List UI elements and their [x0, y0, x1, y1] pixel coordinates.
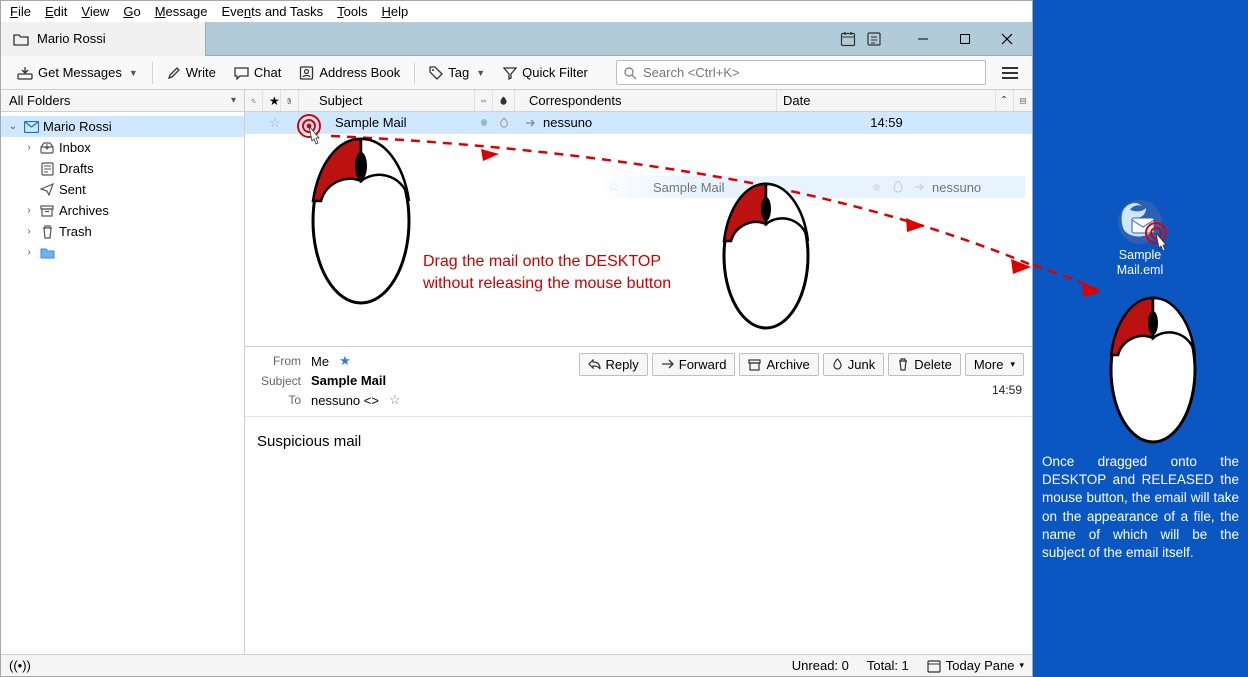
col-date[interactable]: Date	[777, 90, 996, 111]
menu-message[interactable]: Message	[148, 2, 215, 21]
close-button[interactable]	[986, 25, 1028, 53]
trash-icon	[39, 224, 55, 240]
inbox-icon	[39, 140, 55, 156]
calendar-icon[interactable]	[838, 29, 858, 49]
to-value: nessuno <>	[311, 393, 379, 408]
col-picker[interactable]	[1014, 90, 1032, 111]
folder-icon	[13, 32, 29, 46]
search-input[interactable]	[643, 65, 979, 80]
mail-icon	[23, 119, 39, 135]
get-messages-button[interactable]: Get Messages▼	[9, 61, 146, 84]
chat-icon	[234, 66, 249, 80]
archive-icon	[39, 203, 55, 219]
star-icon[interactable]: ★	[339, 353, 351, 369]
delete-button[interactable]: Delete	[888, 353, 961, 376]
drag-ghost: ☆ Sample Mail nessuno	[605, 176, 1025, 198]
menu-events[interactable]: Events and Tasks	[214, 2, 330, 21]
menu-go[interactable]: Go	[116, 2, 147, 21]
menu-help[interactable]: Help	[374, 2, 415, 21]
maximize-button[interactable]	[944, 25, 986, 53]
search-box[interactable]	[616, 60, 986, 85]
message-area: ★ Subject Correspondents Date ˆ ☆ Sample…	[245, 90, 1032, 654]
folder-pane: All Folders ▾ ⌄ Mario Rossi ›Inbox Draft…	[1, 90, 245, 654]
unread-count: Unread: 0	[792, 658, 849, 673]
col-sort[interactable]: ˆ	[996, 90, 1014, 111]
annotation-text: Drag the mail onto the DESKTOP without r…	[423, 251, 671, 294]
star-outline-icon[interactable]: ☆	[389, 392, 401, 408]
from-value: Me	[311, 354, 329, 369]
message-list-header: ★ Subject Correspondents Date ˆ	[245, 90, 1032, 112]
quickfilter-button[interactable]: Quick Filter	[495, 61, 596, 84]
folder-local[interactable]: ›	[1, 242, 244, 263]
reply-button[interactable]: Reply	[579, 353, 648, 376]
folder-archives[interactable]: ›Archives	[1, 200, 244, 221]
menu-edit[interactable]: Edit	[38, 2, 74, 21]
activity-icon[interactable]: ((•))	[9, 658, 31, 673]
menu-view[interactable]: View	[74, 2, 116, 21]
menu-tools[interactable]: Tools	[330, 2, 374, 21]
desktop-caption: Once dragged onto the DESKTOP and RELEAS…	[1042, 453, 1239, 562]
col-subject[interactable]: Subject	[299, 90, 475, 111]
address-book-button[interactable]: Address Book	[291, 61, 408, 84]
status-bar: ((•)) Unread: 0 Total: 1 Today Pane▾	[1, 654, 1032, 676]
tab-title: Mario Rossi	[37, 31, 106, 46]
subject-value: Sample Mail	[311, 373, 386, 388]
col-thread[interactable]	[245, 90, 263, 111]
titlebar: Mario Rossi	[1, 22, 1032, 56]
col-star[interactable]: ★	[263, 90, 281, 111]
archive-button[interactable]: Archive	[739, 353, 818, 376]
folder-drafts[interactable]: Drafts	[1, 158, 244, 179]
menu-file[interactable]: File	[3, 2, 38, 21]
desktop-area: Sample Mail.eml Once dragged onto the DE…	[1033, 0, 1248, 677]
message-list-body[interactable]: ☆ Sample Mail nessuno Drag the mail onto…	[245, 134, 1032, 346]
col-junk[interactable]	[493, 90, 515, 111]
col-attachment[interactable]	[281, 90, 299, 111]
chat-button[interactable]: Chat	[226, 61, 289, 84]
folder-icon	[39, 245, 55, 261]
col-read[interactable]	[475, 90, 493, 111]
col-correspondents[interactable]: Correspondents	[515, 90, 777, 111]
forward-button[interactable]: Forward	[652, 353, 736, 376]
thunderbird-window: File Edit View Go Message Events and Tas…	[0, 0, 1033, 677]
tag-icon	[429, 66, 443, 80]
search-icon	[623, 66, 637, 80]
pencil-icon	[167, 66, 181, 80]
tab-account[interactable]: Mario Rossi	[1, 22, 206, 56]
sent-icon	[39, 182, 55, 198]
account-row[interactable]: ⌄ Mario Rossi	[1, 116, 244, 137]
folder-sent[interactable]: Sent	[1, 179, 244, 200]
filter-icon	[503, 66, 517, 80]
message-row[interactable]: ☆ Sample Mail nessuno 14:59	[245, 112, 1032, 134]
total-count: Total: 1	[867, 658, 909, 673]
app-menu-button[interactable]	[996, 67, 1024, 79]
tasks-icon[interactable]	[864, 29, 884, 49]
today-pane-toggle[interactable]: Today Pane▾	[927, 658, 1024, 673]
message-preview: Reply Forward Archive Junk Delete More▾ …	[245, 346, 1032, 654]
tag-button[interactable]: Tag▼	[421, 61, 493, 84]
write-button[interactable]: Write	[159, 61, 224, 84]
junk-button[interactable]: Junk	[823, 353, 884, 376]
main-toolbar: Get Messages▼ Write Chat Address Book Ta…	[1, 56, 1032, 90]
download-icon	[17, 66, 33, 80]
drafts-icon	[39, 161, 55, 177]
folder-inbox[interactable]: ›Inbox	[1, 137, 244, 158]
desktop-file[interactable]: Sample Mail.eml	[1105, 248, 1175, 278]
folder-trash[interactable]: ›Trash	[1, 221, 244, 242]
more-button[interactable]: More▾	[965, 353, 1024, 376]
desktop-overlay	[1033, 0, 1248, 677]
menubar: File Edit View Go Message Events and Tas…	[1, 1, 1032, 22]
message-body: Suspicious mail	[245, 417, 1032, 654]
addressbook-icon	[299, 66, 314, 80]
minimize-button[interactable]	[902, 25, 944, 53]
folder-pane-header[interactable]: All Folders ▾	[1, 90, 244, 112]
preview-time: 14:59	[992, 383, 1022, 397]
